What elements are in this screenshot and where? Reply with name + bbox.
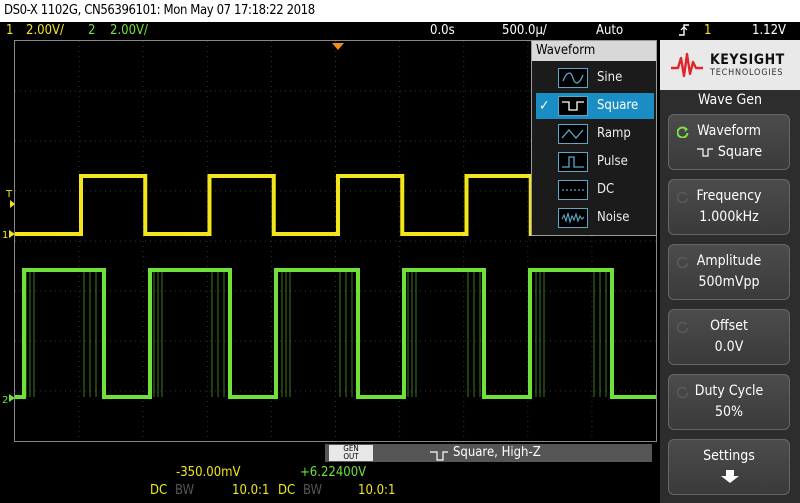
softkey-settings[interactable]: Settings (668, 439, 790, 495)
ch1-offset[interactable]: -350.00mV (176, 465, 241, 480)
menu-item-dc[interactable]: DC (536, 177, 654, 203)
softkey-frequency[interactable]: Frequency 1.000kHz (668, 179, 790, 235)
ch1-scale[interactable]: 2.00V/ (26, 22, 64, 40)
softkey-value: 50% (715, 404, 743, 420)
menu-item-pulse[interactable]: Pulse (536, 149, 654, 175)
menu-item-label: Ramp (597, 126, 631, 141)
square-wave-icon (696, 148, 713, 157)
check-icon: ✓ (539, 98, 550, 114)
trigger-mode[interactable]: Auto (596, 22, 623, 40)
time-offset[interactable]: 0.0s (430, 22, 455, 40)
softkey-offset[interactable]: Offset 0.0V (668, 309, 790, 365)
ch1-number[interactable]: 1 (6, 22, 13, 40)
dc-icon (558, 180, 588, 200)
menu-item-noise[interactable]: Noise (536, 205, 654, 231)
softkey-value: 0.0V (714, 339, 744, 355)
softkey-label: Waveform (697, 123, 761, 139)
ch2-scale[interactable]: 2.00V/ (110, 22, 148, 40)
ramp-wave-icon (558, 124, 588, 144)
menu-item-label: Noise (597, 210, 630, 225)
ch2-number[interactable]: 2 (88, 22, 95, 40)
sine-wave-icon (558, 68, 588, 88)
keysight-wave-icon (671, 52, 703, 78)
ch2-bw-limit: BW (303, 483, 323, 498)
brand-subtitle: TECHNOLOGIES (710, 68, 784, 78)
square-wave-icon (558, 96, 588, 116)
window-title: DS0-X 1102G, CN56396101: Mon May 07 17:1… (0, 0, 800, 22)
ch2-ground-marker[interactable]: 2 (2, 395, 8, 406)
softkey-amplitude[interactable]: Amplitude 500mVpp (668, 244, 790, 300)
softkey-label: Offset (710, 318, 748, 334)
menu-item-label: DC (597, 182, 615, 197)
bottom-left-bar (0, 444, 325, 462)
gen-out-bar: GEN OUT Square, High-Z (325, 444, 652, 462)
softkey-value: Square (669, 144, 789, 160)
menu-item-ramp[interactable]: Ramp (536, 121, 654, 147)
menu-item-label: Pulse (597, 154, 628, 169)
status-bar: 1 2.00V/ 2 2.00V/ 0.0s 500.0µ/ Auto 1 1.… (0, 22, 800, 40)
trigger-level-marker[interactable]: T (5, 189, 13, 200)
softkey-label: Duty Cycle (694, 383, 764, 399)
waveform-menu: Waveform Sine ✓ Square Ramp Pulse DC Noi… (531, 40, 657, 236)
ch1-coupling: DC (150, 483, 168, 498)
panel-title: Wave Gen (698, 92, 762, 108)
pulse-wave-icon (558, 152, 588, 172)
gen-out-label: Square, High-Z (453, 445, 541, 460)
time-scale[interactable]: 500.0µ/ (502, 22, 547, 40)
menu-item-sine[interactable]: Sine (536, 65, 654, 91)
softkey-value: 1.000kHz (699, 209, 759, 225)
trigger-level[interactable]: 1.12V (752, 22, 786, 40)
softkey-value: 500mVpp (698, 274, 760, 290)
keysight-logo: KEYSIGHT TECHNOLOGIES (660, 40, 800, 90)
softkey-waveform[interactable]: Waveform Square (668, 114, 790, 170)
ch1-ground-marker[interactable]: 1 (2, 230, 8, 241)
softkey-label: Settings (703, 448, 755, 464)
softkey-label: Amplitude (696, 253, 762, 269)
softkey-panel: KEYSIGHT TECHNOLOGIES Wave Gen Waveform … (660, 40, 800, 503)
brand-name: KEYSIGHT (710, 52, 785, 68)
ch1-probe: 10.0:1 (232, 483, 270, 498)
arrow-down-icon (721, 470, 739, 483)
ch1-bw-limit: BW (175, 483, 195, 498)
noise-icon (558, 208, 588, 228)
ch2-probe: 10.0:1 (358, 483, 396, 498)
ch2-coupling: DC (278, 483, 296, 498)
softkey-label: Frequency (696, 188, 762, 204)
menu-item-label: Sine (597, 70, 623, 85)
channel-readouts: -350.00mV +6.22400V DC BW 10.0:1 DC BW 1… (0, 462, 660, 503)
menu-title: Waveform (532, 41, 656, 61)
ch2-offset[interactable]: +6.22400V (300, 465, 366, 480)
softkey-duty-cycle[interactable]: Duty Cycle 50% (668, 374, 790, 430)
menu-item-label: Square (597, 98, 639, 113)
gen-out-badge: GEN OUT (329, 445, 373, 461)
menu-item-square[interactable]: ✓ Square (536, 93, 654, 119)
trigger-channel: 1 (704, 23, 712, 38)
